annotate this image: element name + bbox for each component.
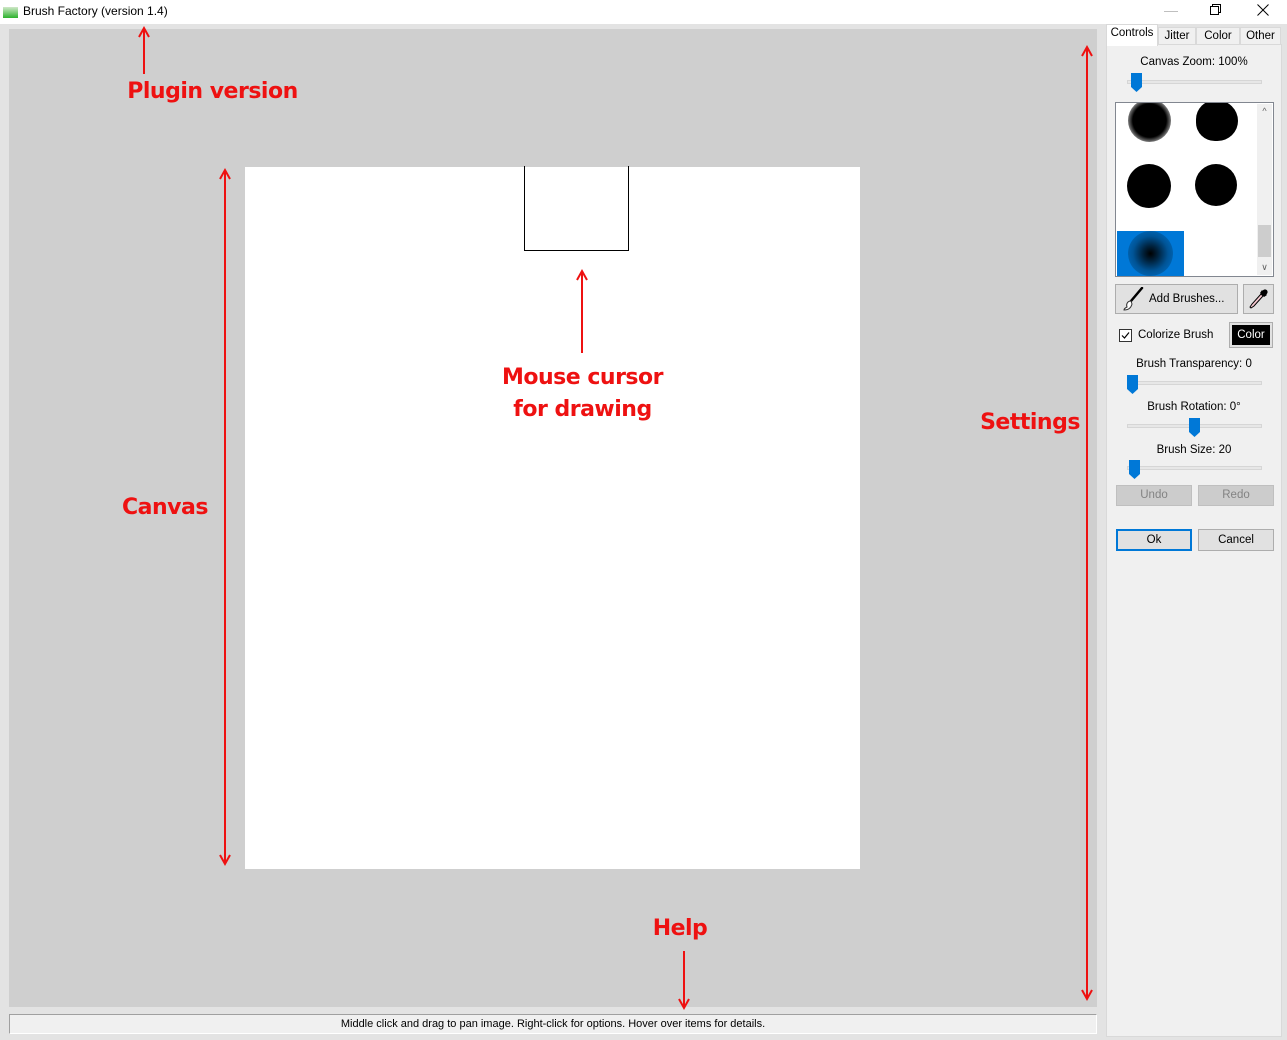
scrollbar-thumb[interactable] bbox=[1258, 225, 1271, 257]
scroll-up-icon[interactable]: ^ bbox=[1257, 104, 1272, 119]
minimize-icon: — bbox=[1164, 2, 1178, 18]
canvas-zoom-slider[interactable] bbox=[1130, 73, 1142, 92]
settings-tabs: Controls Jitter Color Other bbox=[1106, 24, 1282, 46]
annotation-canvas: Canvas bbox=[122, 495, 208, 520]
ok-button[interactable]: Ok bbox=[1116, 529, 1192, 551]
close-button[interactable] bbox=[1240, 0, 1286, 22]
brush-size-track[interactable] bbox=[1127, 466, 1262, 470]
cancel-button[interactable]: Cancel bbox=[1198, 529, 1274, 551]
brush-rotation-slider[interactable] bbox=[1189, 418, 1200, 437]
annotation-help: Help bbox=[652, 916, 708, 941]
brush-rotation-label: Brush Rotation: 0° bbox=[1147, 401, 1241, 413]
add-brushes-button[interactable]: Add Brushes... bbox=[1115, 284, 1238, 314]
brush-item-radial-gradient[interactable] bbox=[1117, 231, 1184, 276]
scroll-down-icon[interactable]: ∨ bbox=[1257, 260, 1272, 275]
help-status-bar: Middle click and drag to pan image. Righ… bbox=[9, 1014, 1097, 1034]
brush-cursor-outline bbox=[524, 166, 629, 251]
eyedropper-icon bbox=[1249, 289, 1268, 309]
title-bar: Brush Factory (version 1.4) — bbox=[0, 0, 1287, 24]
paintbrush-icon bbox=[1123, 287, 1144, 311]
brush-list[interactable]: ^ ∨ bbox=[1115, 102, 1274, 277]
brush-size-slider[interactable] bbox=[1129, 460, 1141, 479]
drawing-canvas[interactable] bbox=[245, 166, 860, 869]
color-swatch: Color bbox=[1232, 325, 1270, 345]
undo-button[interactable]: Undo bbox=[1116, 485, 1192, 506]
add-brushes-label: Add Brushes... bbox=[1149, 293, 1225, 305]
annotation-mouse-cursor-line2: for drawing bbox=[513, 397, 652, 422]
checkmark-icon bbox=[1121, 332, 1130, 339]
color-button[interactable]: Color bbox=[1229, 322, 1273, 348]
close-icon bbox=[1257, 4, 1269, 16]
minimize-button[interactable]: — bbox=[1148, 0, 1194, 22]
brush-item-slight-soft-round[interactable] bbox=[1195, 164, 1237, 206]
brush-list-scrollbar[interactable]: ^ ∨ bbox=[1257, 104, 1272, 275]
restore-button[interactable] bbox=[1193, 0, 1239, 22]
restore-icon bbox=[1210, 4, 1221, 15]
brush-size-label: Brush Size: 20 bbox=[1156, 444, 1232, 456]
annotation-settings: Settings bbox=[980, 410, 1080, 435]
canvas-zoom-slider-track[interactable] bbox=[1127, 80, 1262, 84]
brush-factory-logo-icon bbox=[3, 7, 18, 18]
colorize-brush-label: Colorize Brush bbox=[1138, 329, 1214, 341]
color-picker-button[interactable] bbox=[1243, 284, 1274, 314]
brush-item-hard-round[interactable] bbox=[1127, 164, 1171, 208]
brush-item-rough-edge-round[interactable] bbox=[1196, 103, 1238, 141]
canvas-zoom-label: Canvas Zoom: 100% bbox=[1140, 56, 1248, 68]
brush-transparency-label: Brush Transparency: 0 bbox=[1136, 358, 1252, 370]
brush-transparency-track[interactable] bbox=[1127, 381, 1262, 385]
brush-item-soft-edge-round[interactable] bbox=[1128, 103, 1171, 142]
annotation-mouse-cursor-line1: Mouse cursor bbox=[502, 365, 663, 390]
annotation-plugin-version: Plugin version bbox=[127, 79, 298, 104]
brush-transparency-slider[interactable] bbox=[1127, 375, 1138, 394]
window-title: Brush Factory (version 1.4) bbox=[23, 4, 168, 18]
redo-button[interactable]: Redo bbox=[1198, 485, 1274, 506]
colorize-brush-checkbox[interactable] bbox=[1119, 329, 1132, 342]
tab-controls[interactable]: Controls bbox=[1106, 24, 1158, 46]
settings-panel: Canvas Zoom: 100% ^ ∨ Add Brushes... Col… bbox=[1106, 44, 1282, 1037]
